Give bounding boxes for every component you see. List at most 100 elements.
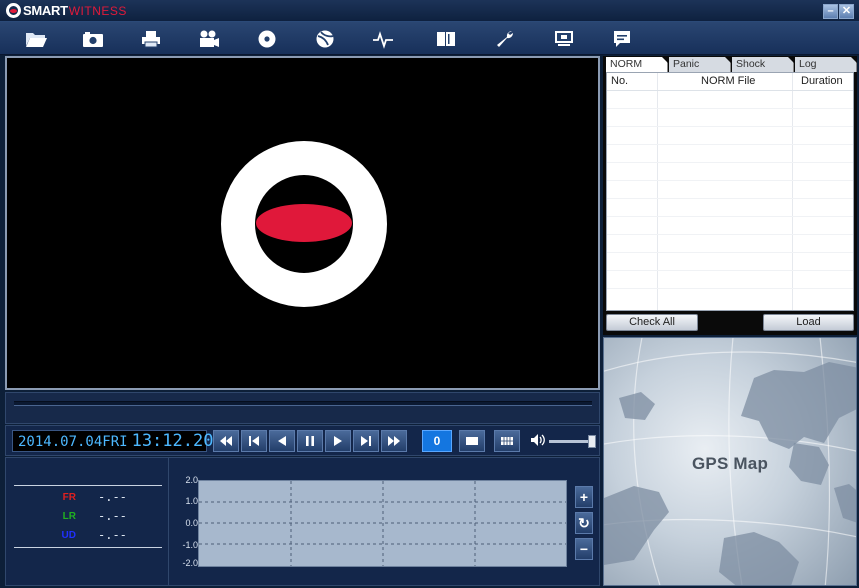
folder-open-icon [26, 32, 47, 47]
step-back-icon [278, 436, 286, 446]
skip-forward-button[interactable] [353, 430, 379, 452]
skip-back-icon [249, 436, 259, 446]
row-divider [607, 108, 853, 109]
playback-controls: 2014.07.04FRI 13:12.20 0 [5, 425, 600, 456]
column-header-file[interactable]: NORM File [701, 75, 755, 87]
volume-icon[interactable] [530, 433, 546, 447]
message-button[interactable] [594, 25, 650, 52]
pause-icon [306, 436, 314, 446]
settings-button[interactable] [478, 25, 534, 52]
video-export-button[interactable] [181, 25, 237, 52]
gsensor-graph [198, 480, 567, 567]
gps-map-label: GPS Map [692, 454, 769, 473]
book-button[interactable] [418, 25, 474, 52]
title-bar: SMART WITNESS – ✕ [0, 0, 859, 22]
fast-forward-icon [388, 436, 400, 446]
minimize-button[interactable]: – [823, 4, 838, 19]
close-button[interactable]: ✕ [839, 4, 854, 19]
wrench-icon [497, 30, 514, 47]
gsensor-panel: FR -.-- LR -.-- UD -.-- 2.0 1.0 0.0 -1.0… [5, 457, 600, 586]
step-back-button[interactable] [269, 430, 295, 452]
tab-norm[interactable]: NORM [606, 57, 668, 72]
tab-panic[interactable]: Panic [669, 57, 731, 72]
logo-primary-text: SMART [23, 3, 68, 18]
rewind-icon [220, 436, 232, 446]
video-camera-icon [200, 30, 219, 47]
multi-view-button[interactable] [494, 430, 520, 452]
row-divider [607, 126, 853, 127]
divider-bottom [14, 547, 162, 548]
zoom-out-button[interactable]: − [575, 538, 593, 560]
row-divider [607, 180, 853, 181]
time-readout: 13:12.20 [131, 431, 214, 451]
app-logo: SMART WITNESS [6, 3, 127, 18]
rewind-button[interactable] [213, 430, 239, 452]
row-divider [607, 252, 853, 253]
row-divider [607, 234, 853, 235]
row-divider [607, 270, 853, 271]
disc-button[interactable] [239, 25, 295, 52]
tab-log[interactable]: Log [795, 57, 857, 72]
file-list-header: No. NORM File Duration [607, 73, 853, 90]
gsensor-fr-value: -.-- [98, 490, 127, 504]
globe-icon [316, 30, 334, 47]
snapshot-button[interactable] [65, 25, 121, 52]
gsensor-ud-label: UD [61, 529, 76, 541]
monitor-icon [555, 30, 573, 46]
gsensor-lr-value: -.-- [98, 509, 127, 523]
reset-button[interactable]: ↻ [575, 512, 593, 534]
column-header-no[interactable]: No. [611, 75, 628, 87]
divider-top [14, 485, 162, 486]
y-tick-label: -2.0 [182, 558, 198, 568]
chat-icon [614, 30, 630, 47]
pulse-button[interactable] [355, 25, 411, 52]
globe-button[interactable] [297, 25, 353, 52]
speed-indicator: 0 [422, 430, 452, 452]
y-tick-label: -1.0 [182, 540, 198, 550]
single-view-button[interactable] [459, 430, 485, 452]
disc-icon [258, 30, 276, 47]
gsensor-lr-label: LR [62, 510, 76, 522]
book-icon [437, 31, 455, 46]
tab-shock[interactable]: Shock [732, 57, 794, 72]
volume-slider-knob[interactable] [588, 435, 596, 448]
column-header-duration[interactable]: Duration [801, 75, 843, 87]
zoom-in-button[interactable]: + [575, 486, 593, 508]
gsensor-row-fr: FR -.-- [46, 489, 146, 505]
skip-back-button[interactable] [241, 430, 267, 452]
printer-icon [142, 30, 160, 47]
timeline-area [5, 392, 600, 424]
skip-forward-icon [361, 436, 371, 446]
video-viewport[interactable] [5, 56, 600, 390]
monitor-button[interactable] [536, 25, 592, 52]
logo-ring-icon [6, 3, 21, 18]
row-divider [607, 162, 853, 163]
gsensor-row-ud: UD -.-- [46, 527, 146, 543]
check-all-button[interactable]: Check All [606, 314, 698, 331]
file-list[interactable]: No. NORM File Duration [606, 72, 854, 311]
fast-forward-button[interactable] [381, 430, 407, 452]
gsensor-fr-label: FR [62, 491, 76, 503]
open-folder-button[interactable] [8, 25, 64, 52]
date-readout: 2014.07.04FRI [18, 434, 128, 450]
single-screen-icon [466, 437, 478, 445]
volume-slider[interactable] [549, 440, 593, 443]
timestamp-display: 2014.07.04FRI 13:12.20 [12, 430, 213, 452]
file-panel: NORM Panic Shock Log No. NORM File Durat… [603, 56, 857, 335]
row-divider [607, 144, 853, 145]
gsensor-row-lr: LR -.-- [46, 508, 146, 524]
play-icon [334, 436, 342, 446]
play-button[interactable] [325, 430, 351, 452]
load-button[interactable]: Load [763, 314, 854, 331]
gps-map[interactable]: GPS Map [603, 337, 857, 586]
pause-button[interactable] [297, 430, 323, 452]
smartwitness-logo-icon [221, 141, 387, 307]
row-divider [607, 198, 853, 199]
y-tick-label: 0.0 [185, 518, 198, 528]
row-divider [607, 216, 853, 217]
print-button[interactable] [123, 25, 179, 52]
pulse-icon [373, 30, 393, 49]
timeline-slider[interactable] [14, 401, 592, 406]
main-toolbar [0, 22, 859, 55]
file-tabs: NORM Panic Shock Log [606, 56, 857, 72]
